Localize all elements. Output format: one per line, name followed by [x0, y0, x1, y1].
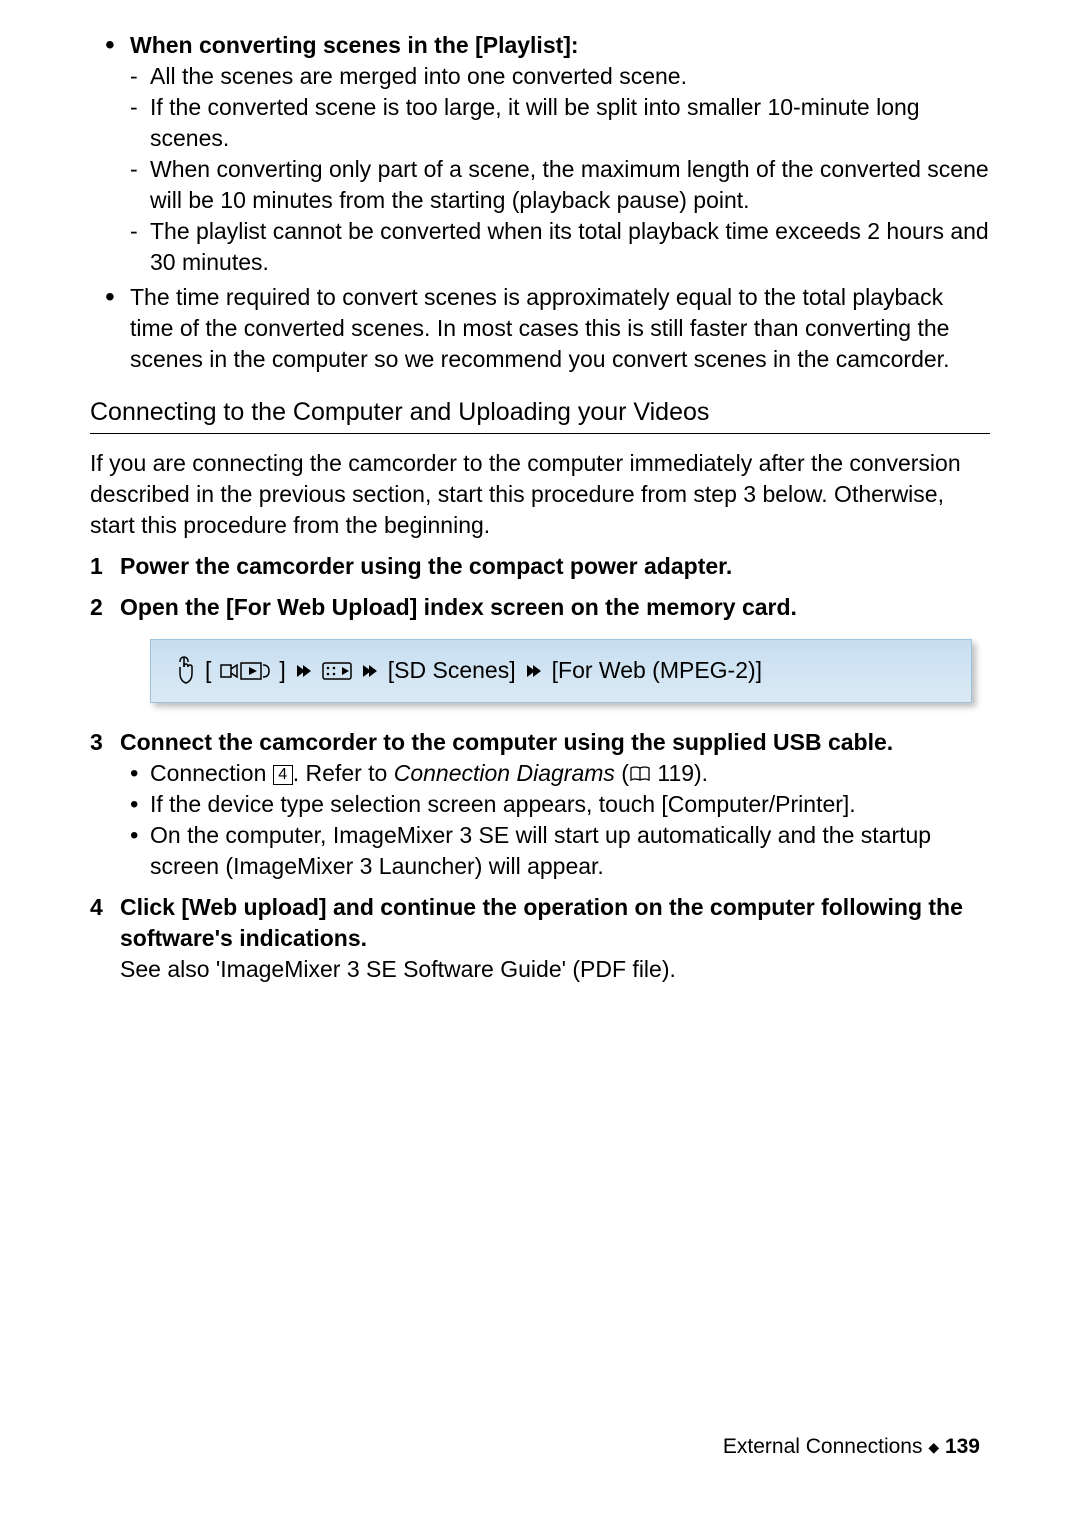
book-page-ref-icon [629, 765, 651, 783]
index-screen-icon [322, 660, 352, 682]
dash-item-3: When converting only part of a scene, th… [90, 154, 990, 216]
step-3: 3 Connect the camcorder to the computer … [90, 727, 990, 758]
step-4-text: Click [Web upload] and continue the oper… [120, 892, 990, 954]
arrow-right-icon [360, 661, 380, 681]
dash-item-4: The playlist cannot be converted when it… [90, 216, 990, 278]
section-heading-text: Connecting to the Computer and Uploading… [90, 396, 709, 430]
step-2-number: 2 [90, 592, 108, 623]
section-heading-row: Connecting to the Computer and Uploading… [90, 396, 990, 430]
bullet-time-note: The time required to convert scenes is a… [90, 282, 990, 375]
step3a-mid: . Refer to [293, 760, 394, 786]
section-intro: If you are connecting the camcorder to t… [90, 448, 990, 541]
nav-for-web: [For Web (MPEG-2)] [552, 655, 762, 686]
playlist-heading-text: When converting scenes in the [Playlist]… [130, 32, 579, 58]
footer-section-label: External Connections [723, 1435, 928, 1458]
page-footer: External Connections ◆ 139 [723, 1433, 980, 1461]
bullet-playlist-heading: When converting scenes in the [Playlist]… [90, 30, 990, 61]
arrow-right-icon [294, 661, 314, 681]
step-3-text: Connect the camcorder to the computer us… [120, 727, 990, 758]
diamond-icon: ◆ [928, 1439, 939, 1455]
nav-sd-scenes: [SD Scenes] [388, 655, 516, 686]
step-4-number: 4 [90, 892, 108, 985]
navigation-path-box: [ ] [SD Scenes] [150, 639, 972, 703]
step-3-sub-c: On the computer, ImageMixer 3 SE will st… [90, 820, 990, 882]
arrow-right-icon [524, 661, 544, 681]
connection-number-box: 4 [273, 765, 293, 785]
step3a-italic: Connection Diagrams [394, 760, 615, 786]
step-1-text: Power the camcorder using the compact po… [120, 551, 990, 582]
step-3-sub-b: If the device type selection screen appe… [90, 789, 990, 820]
step-2: 2 Open the [For Web Upload] index screen… [90, 592, 990, 623]
dash-item-1: All the scenes are merged into one conve… [90, 61, 990, 92]
touch-icon [171, 654, 197, 688]
step-4: 4 Click [Web upload] and continue the op… [90, 892, 990, 985]
step-3-sub-a: Connection 4. Refer to Connection Diagra… [90, 758, 990, 789]
step-2-text: Open the [For Web Upload] index screen o… [120, 592, 990, 623]
step3a-page: 119). [651, 760, 708, 786]
camera-play-film-icon [219, 659, 271, 683]
step-4-sub: See also 'ImageMixer 3 SE Software Guide… [120, 954, 990, 985]
step3a-pre: Connection [150, 760, 273, 786]
page-number: 139 [945, 1435, 980, 1458]
nav-seg1-open: [ [205, 655, 211, 686]
step3a-paren: ( [615, 760, 629, 786]
step-1: 1 Power the camcorder using the compact … [90, 551, 990, 582]
document-page: When converting scenes in the [Playlist]… [0, 0, 1080, 1521]
nav-seg1-close: ] [279, 655, 285, 686]
section-underline [90, 433, 990, 434]
dash-item-2: If the converted scene is too large, it … [90, 92, 990, 154]
step-3-number: 3 [90, 727, 108, 758]
step-1-number: 1 [90, 551, 108, 582]
